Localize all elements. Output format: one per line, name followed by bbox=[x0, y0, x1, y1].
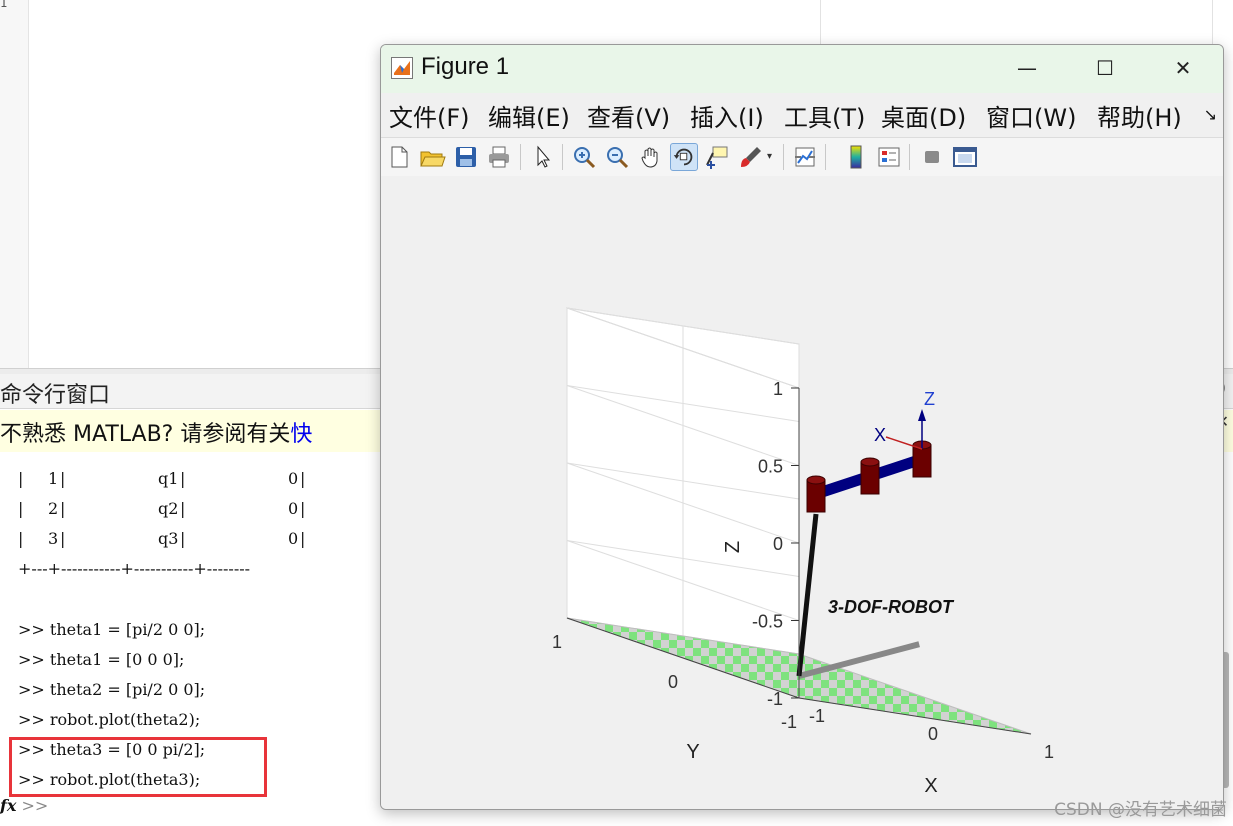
x-axis-title: X bbox=[924, 775, 937, 797]
toolbar-separator bbox=[825, 144, 826, 170]
joint-offset: 0 bbox=[288, 529, 299, 548]
command-window-title: 命令行窗口 bbox=[0, 383, 111, 408]
x-tick-label: 1 bbox=[1044, 742, 1054, 762]
joint-number: 2 bbox=[48, 499, 59, 518]
frame-z-label: Z bbox=[924, 389, 935, 409]
menu-insert[interactable]: 插入(I) bbox=[690, 98, 764, 133]
figure-window[interactable]: Figure 1 — ☐ ✕ 文件(F) 编辑(E) 查看(V) 插入(I) 工… bbox=[380, 44, 1224, 810]
command-history-line: >> theta1 = [pi/2 0 0]; bbox=[18, 620, 206, 639]
z-tick-label: 0 bbox=[773, 534, 783, 554]
matlab-logo-icon bbox=[391, 57, 413, 79]
csdn-watermark: CSDN @没有艺术细菌 bbox=[1054, 800, 1227, 820]
hint-prefix: 不熟悉 MATLAB? 请参阅有关 bbox=[0, 422, 291, 447]
joint-number: 3 bbox=[48, 529, 59, 548]
quick-start-link[interactable]: 快 bbox=[290, 422, 312, 447]
table-border: +---+-----------+-----------+-------- bbox=[18, 559, 251, 578]
command-prompt[interactable]: fx >> bbox=[0, 796, 48, 815]
robot-joint bbox=[860, 461, 880, 495]
joint-offset: 0 bbox=[288, 499, 299, 518]
robot-3d-plot[interactable]: ZX3-DOF-ROBOT 10.50-0.5-110-110-1ZYX bbox=[381, 176, 1223, 809]
figure-title: Figure 1 bbox=[421, 53, 510, 80]
joint-variable: q3 bbox=[158, 529, 179, 548]
x-tick-label: 0 bbox=[928, 724, 938, 744]
table-row: | 3 | q3 | 0 | bbox=[18, 529, 306, 548]
open-file-icon[interactable] bbox=[418, 143, 446, 171]
joint-variable: q1 bbox=[158, 469, 179, 488]
zoom-in-icon[interactable] bbox=[570, 143, 598, 171]
joint-variable: q2 bbox=[158, 499, 179, 518]
frame-x-label: X bbox=[874, 425, 886, 445]
z-tick-label: 1 bbox=[773, 379, 783, 399]
command-history-line: >> robot.plot(theta2); bbox=[18, 710, 201, 729]
figure-menu-bar: 文件(F) 编辑(E) 查看(V) 插入(I) 工具(T) 桌面(D) 窗口(W… bbox=[381, 93, 1223, 137]
brush-icon[interactable] bbox=[737, 143, 765, 171]
figure-toolbar: ▾ bbox=[381, 137, 1223, 177]
robot-joint bbox=[806, 479, 826, 513]
menu-view[interactable]: 查看(V) bbox=[587, 98, 670, 133]
menu-overflow-icon[interactable]: ↘ bbox=[1204, 105, 1217, 124]
colorbar-icon[interactable] bbox=[842, 143, 870, 171]
menu-window[interactable]: 窗口(W) bbox=[986, 98, 1076, 133]
menu-file[interactable]: 文件(F) bbox=[389, 98, 470, 133]
figure-canvas[interactable]: Z X 3-DOF-ROBOT 1 0.5 0 -0.5 -1 1 0 -1 1 0 -1 Z Y X bbox=[381, 176, 1223, 809]
toolbar-separator bbox=[909, 144, 910, 170]
frame-z-arrow bbox=[918, 409, 926, 421]
base-column bbox=[796, 513, 819, 677]
save-icon[interactable] bbox=[452, 143, 480, 171]
toolbar-separator bbox=[783, 144, 784, 170]
toolbar-separator bbox=[562, 144, 563, 170]
y-tick-label: -1 bbox=[781, 712, 797, 732]
z-tick-label: -0.5 bbox=[752, 612, 783, 632]
robot-name-label: 3-DOF-ROBOT bbox=[828, 597, 955, 617]
editor-gutter: 1 bbox=[0, 0, 29, 370]
show-plot-tools-icon[interactable] bbox=[951, 143, 979, 171]
rotate-3d-icon[interactable] bbox=[670, 143, 698, 171]
print-icon[interactable] bbox=[485, 143, 513, 171]
hide-plot-tools-icon[interactable] bbox=[918, 143, 946, 171]
link-plot-icon[interactable] bbox=[791, 143, 819, 171]
pan-hand-icon[interactable] bbox=[637, 143, 665, 171]
y-tick-label: 0 bbox=[668, 672, 678, 692]
table-row: | 2 | q2 | 0 | bbox=[18, 499, 306, 518]
hint-text: 不熟悉 MATLAB? 请参阅有关快 bbox=[0, 416, 312, 448]
table-row: | 1 | q1 | 0 | bbox=[18, 469, 306, 488]
close-button[interactable]: ✕ bbox=[1153, 45, 1213, 93]
joint-offset: 0 bbox=[288, 469, 299, 488]
new-figure-icon[interactable] bbox=[385, 143, 413, 171]
chevron-down-icon[interactable]: ▾ bbox=[767, 143, 777, 171]
robot-joint bbox=[912, 444, 932, 478]
line-number: 1 bbox=[0, 0, 8, 10]
prompt-symbol: >> bbox=[21, 796, 49, 815]
legend-icon[interactable] bbox=[875, 143, 903, 171]
menu-tools[interactable]: 工具(T) bbox=[784, 98, 865, 133]
robot-model: Z X 3-DOF-ROBOT bbox=[796, 389, 955, 677]
figure-title-bar[interactable]: Figure 1 — ☐ ✕ bbox=[381, 45, 1223, 93]
y-axis-title: Y bbox=[686, 741, 699, 763]
toolbar-separator bbox=[520, 144, 521, 170]
menu-help[interactable]: 帮助(H) bbox=[1097, 98, 1182, 133]
joint-number: 1 bbox=[48, 469, 59, 488]
highlight-annotation-box bbox=[9, 737, 267, 797]
zoom-out-icon[interactable] bbox=[603, 143, 631, 171]
y-tick-label: 1 bbox=[552, 632, 562, 652]
minimize-button[interactable]: — bbox=[997, 45, 1057, 93]
command-history-line: >> theta2 = [pi/2 0 0]; bbox=[18, 680, 206, 699]
menu-edit[interactable]: 编辑(E) bbox=[488, 98, 570, 133]
data-cursor-icon[interactable] bbox=[703, 143, 731, 171]
robot-joint-top bbox=[806, 475, 826, 485]
command-history-line: >> theta1 = [0 0 0]; bbox=[18, 650, 185, 669]
x-tick-label: -1 bbox=[809, 706, 825, 726]
z-tick-label: 0.5 bbox=[758, 457, 783, 477]
z-axis-title: Z bbox=[722, 541, 744, 553]
maximize-button[interactable]: ☐ bbox=[1075, 45, 1135, 93]
robot-joint-top bbox=[860, 457, 880, 467]
function-browser-icon[interactable]: fx bbox=[0, 796, 16, 815]
pointer-icon[interactable] bbox=[528, 143, 556, 171]
menu-desktop[interactable]: 桌面(D) bbox=[881, 98, 966, 133]
